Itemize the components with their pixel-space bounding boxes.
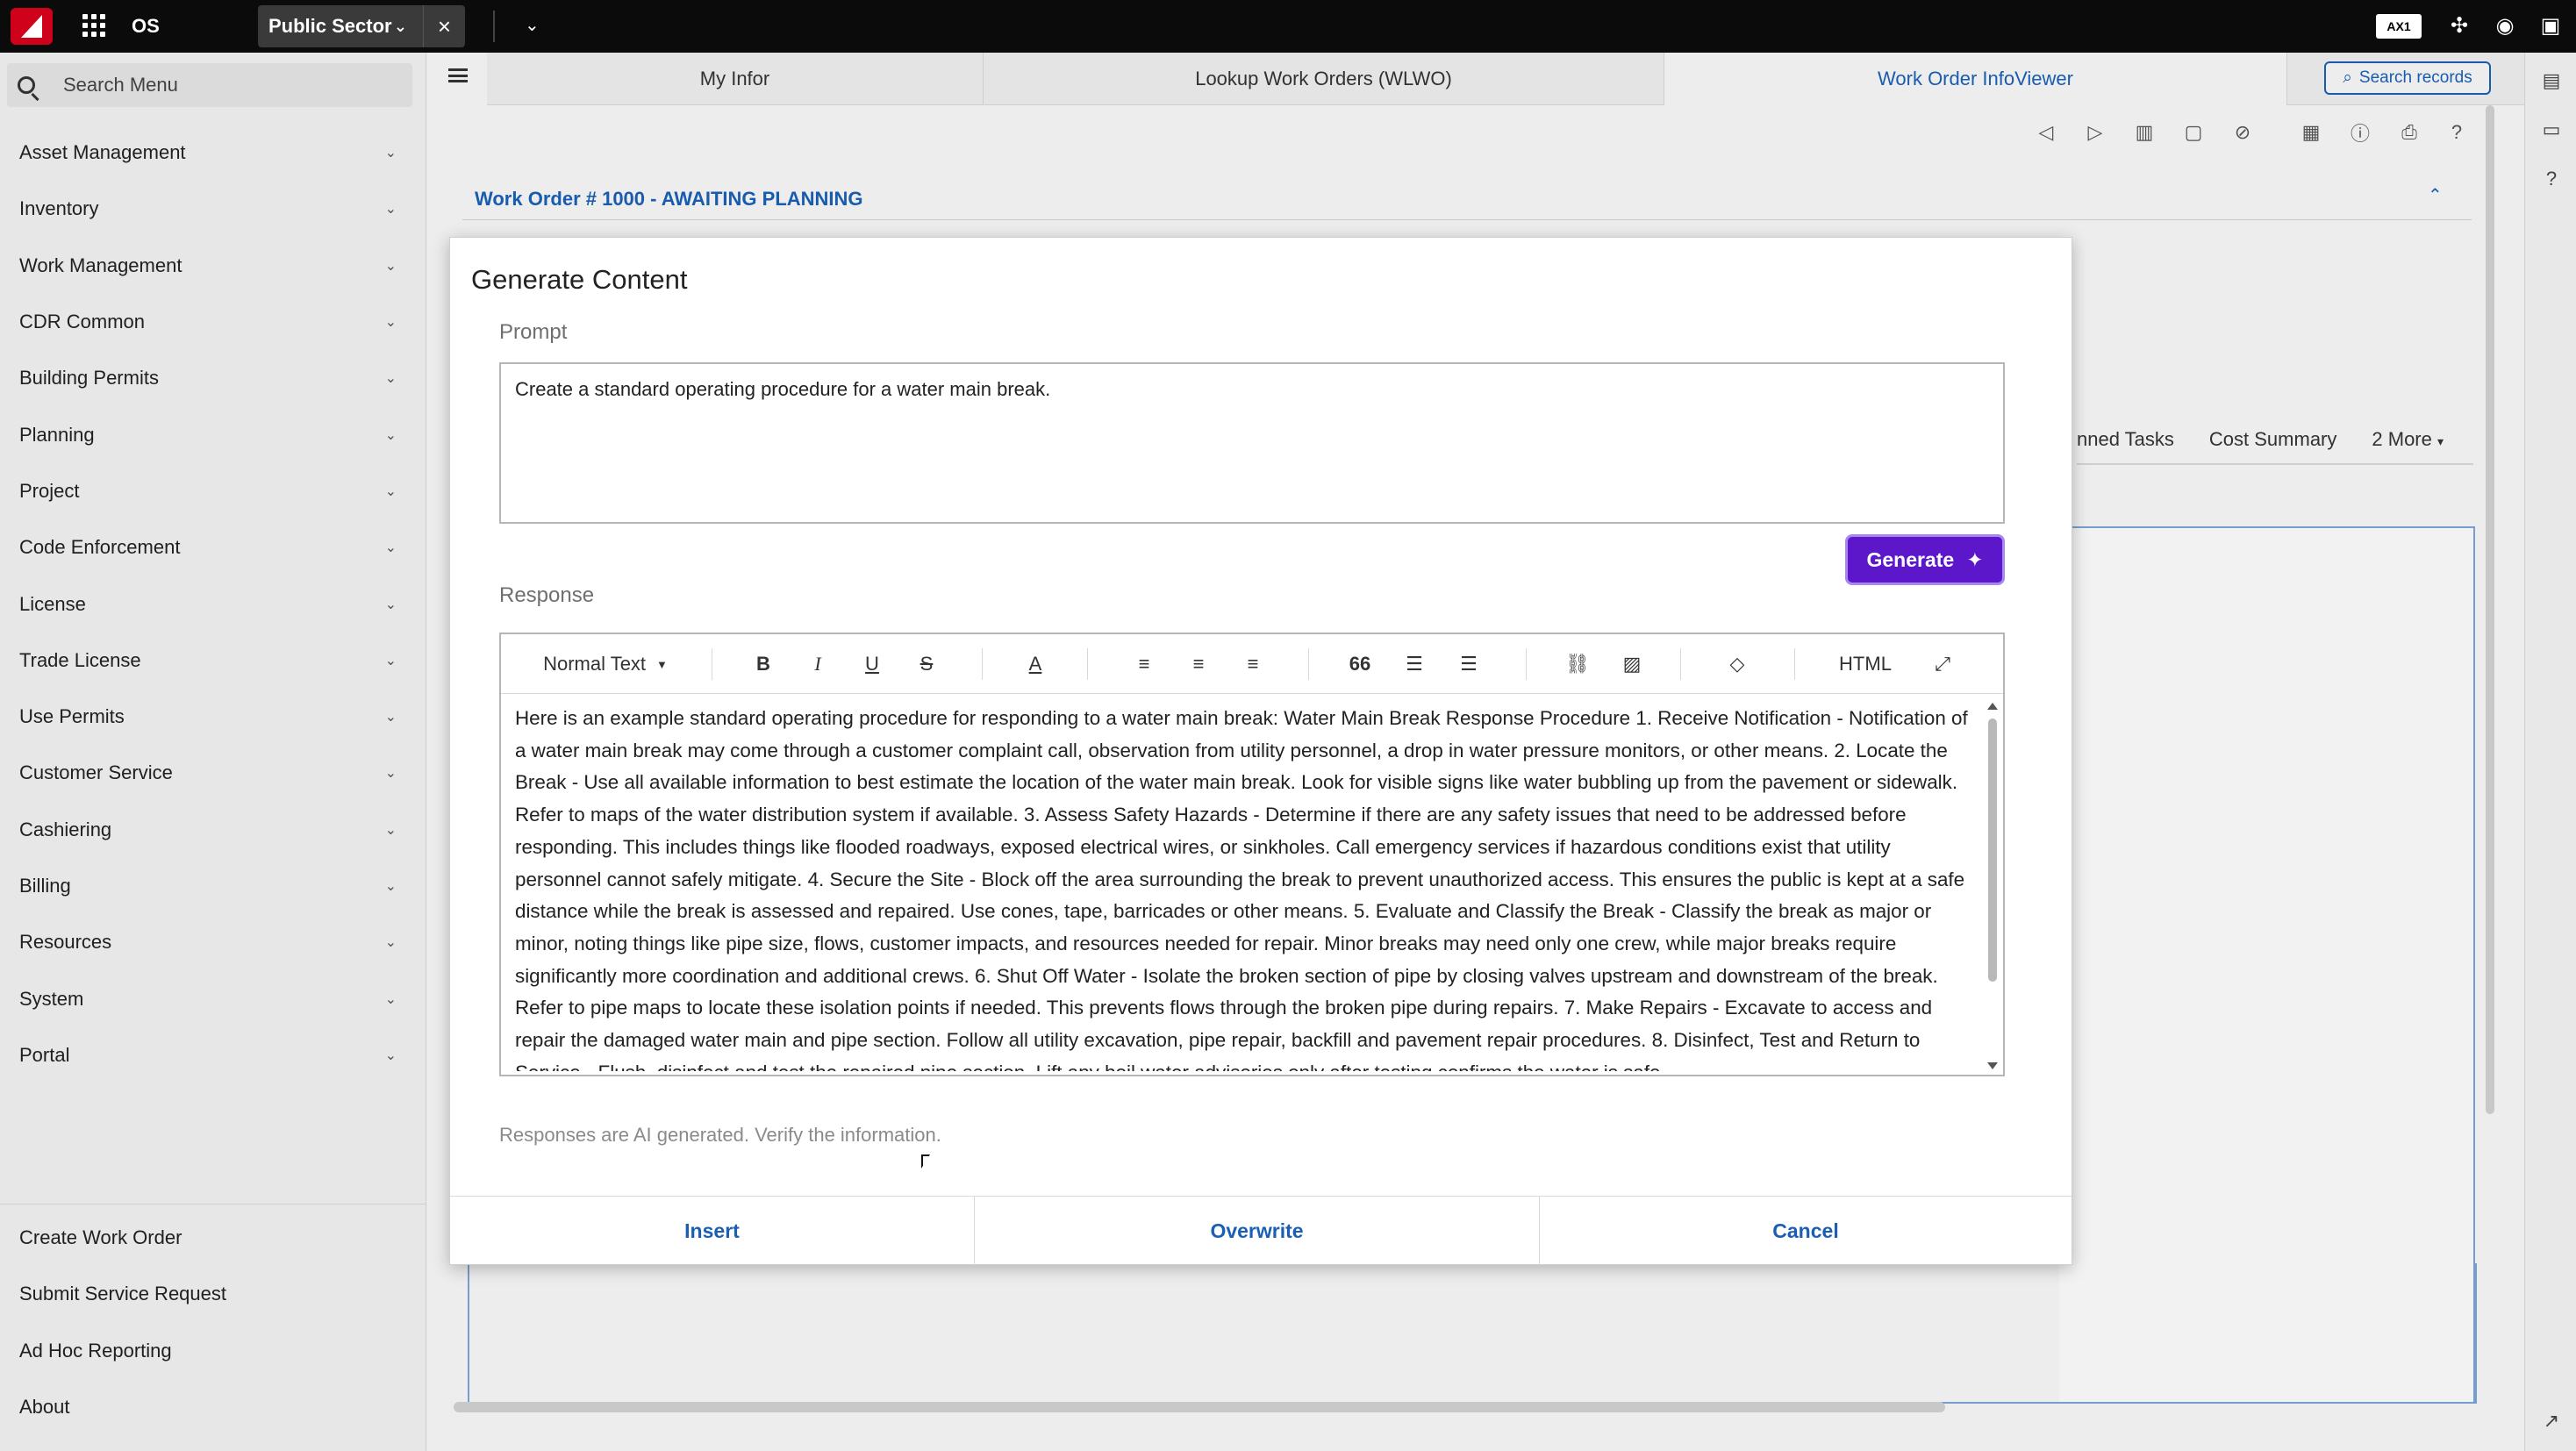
sparkle-icon: ✦: [1966, 547, 1984, 571]
user-icon[interactable]: ◉: [2492, 12, 2518, 39]
cancel-button[interactable]: Cancel: [1540, 1197, 2072, 1265]
overwrite-button[interactable]: Overwrite: [975, 1197, 1540, 1265]
mouse-cursor-icon: [921, 1154, 930, 1169]
expand-editor-icon[interactable]: ⤢: [1929, 652, 1956, 676]
numbered-list-icon[interactable]: ☰: [1401, 652, 1428, 676]
infor-logo-icon[interactable]: [11, 8, 53, 45]
align-center-icon[interactable]: ≡: [1185, 652, 1212, 676]
bold-icon[interactable]: B: [750, 652, 776, 676]
divider: [1308, 648, 1309, 680]
ax-badge[interactable]: AX1: [2376, 14, 2422, 39]
editor-toolbar: Normal Text ▼ B I U S A ≡ ≡ ≡ 66 ☰ ☰ ⛓ ▨…: [501, 634, 2003, 694]
ai-disclaimer: Responses are AI generated. Verify the i…: [499, 1124, 941, 1146]
divider: [1680, 648, 1681, 680]
app-grid-icon[interactable]: [82, 14, 105, 37]
clear-format-icon[interactable]: ◇: [1724, 652, 1750, 676]
link-icon[interactable]: ⛓: [1564, 652, 1591, 676]
puzzle-icon[interactable]: ✣: [2446, 12, 2472, 39]
html-mode-button[interactable]: HTML: [1835, 652, 1896, 676]
italic-icon[interactable]: I: [805, 652, 831, 676]
strikethrough-icon[interactable]: S: [913, 652, 940, 676]
top-bar: OS Public Sector ⌄ × ⌄ AX1 ✣ ◉ ▣: [0, 0, 2576, 53]
prompt-input[interactable]: Create a standard operating procedure fo…: [499, 362, 2005, 524]
text-style-select[interactable]: Normal Text ▼: [531, 652, 680, 676]
bullet-list-icon[interactable]: ☰: [1456, 652, 1482, 676]
divider: [1794, 648, 1795, 680]
scroll-up-icon[interactable]: [1987, 703, 1998, 710]
generate-label: Generate: [1866, 547, 1955, 571]
text-color-icon[interactable]: A: [1022, 652, 1048, 676]
divider: [1087, 648, 1088, 680]
align-left-icon[interactable]: ≡: [1131, 652, 1157, 676]
panel-icon[interactable]: ▣: [2537, 12, 2564, 39]
close-context-icon[interactable]: ×: [423, 5, 465, 47]
dialog-title: Generate Content: [471, 264, 688, 295]
divider: [1526, 648, 1527, 680]
divider: [493, 11, 495, 42]
caret-down-icon: ▼: [656, 657, 668, 671]
generate-content-dialog: Generate Content Prompt Create a standar…: [449, 237, 2072, 1265]
insert-button[interactable]: Insert: [450, 1197, 975, 1265]
text-style-label: Normal Text: [543, 653, 647, 675]
scroll-thumb[interactable]: [1988, 718, 1997, 982]
dialog-footer: Insert Overwrite Cancel: [450, 1196, 2072, 1265]
align-right-icon[interactable]: ≡: [1240, 652, 1266, 676]
underline-icon[interactable]: U: [859, 652, 885, 676]
context-label: Public Sector: [268, 15, 392, 37]
response-label: Response: [499, 583, 595, 607]
response-text[interactable]: Here is an example standard operating pr…: [515, 703, 1975, 1071]
prompt-label: Prompt: [499, 320, 568, 344]
scroll-down-icon[interactable]: [1987, 1062, 1998, 1069]
editor-scrollbar[interactable]: [1986, 699, 2000, 1071]
blockquote-icon[interactable]: 66: [1345, 652, 1375, 676]
image-icon[interactable]: ▨: [1619, 652, 1645, 676]
os-label: OS: [132, 15, 160, 37]
chevron-down-icon: ⌄: [393, 18, 407, 35]
divider: [982, 648, 983, 680]
generate-button[interactable]: Generate ✦: [1845, 534, 2005, 585]
response-editor: Normal Text ▼ B I U S A ≡ ≡ ≡ 66 ☰ ☰ ⛓ ▨…: [499, 633, 2005, 1076]
chevron-down-icon[interactable]: ⌄: [525, 14, 540, 36]
